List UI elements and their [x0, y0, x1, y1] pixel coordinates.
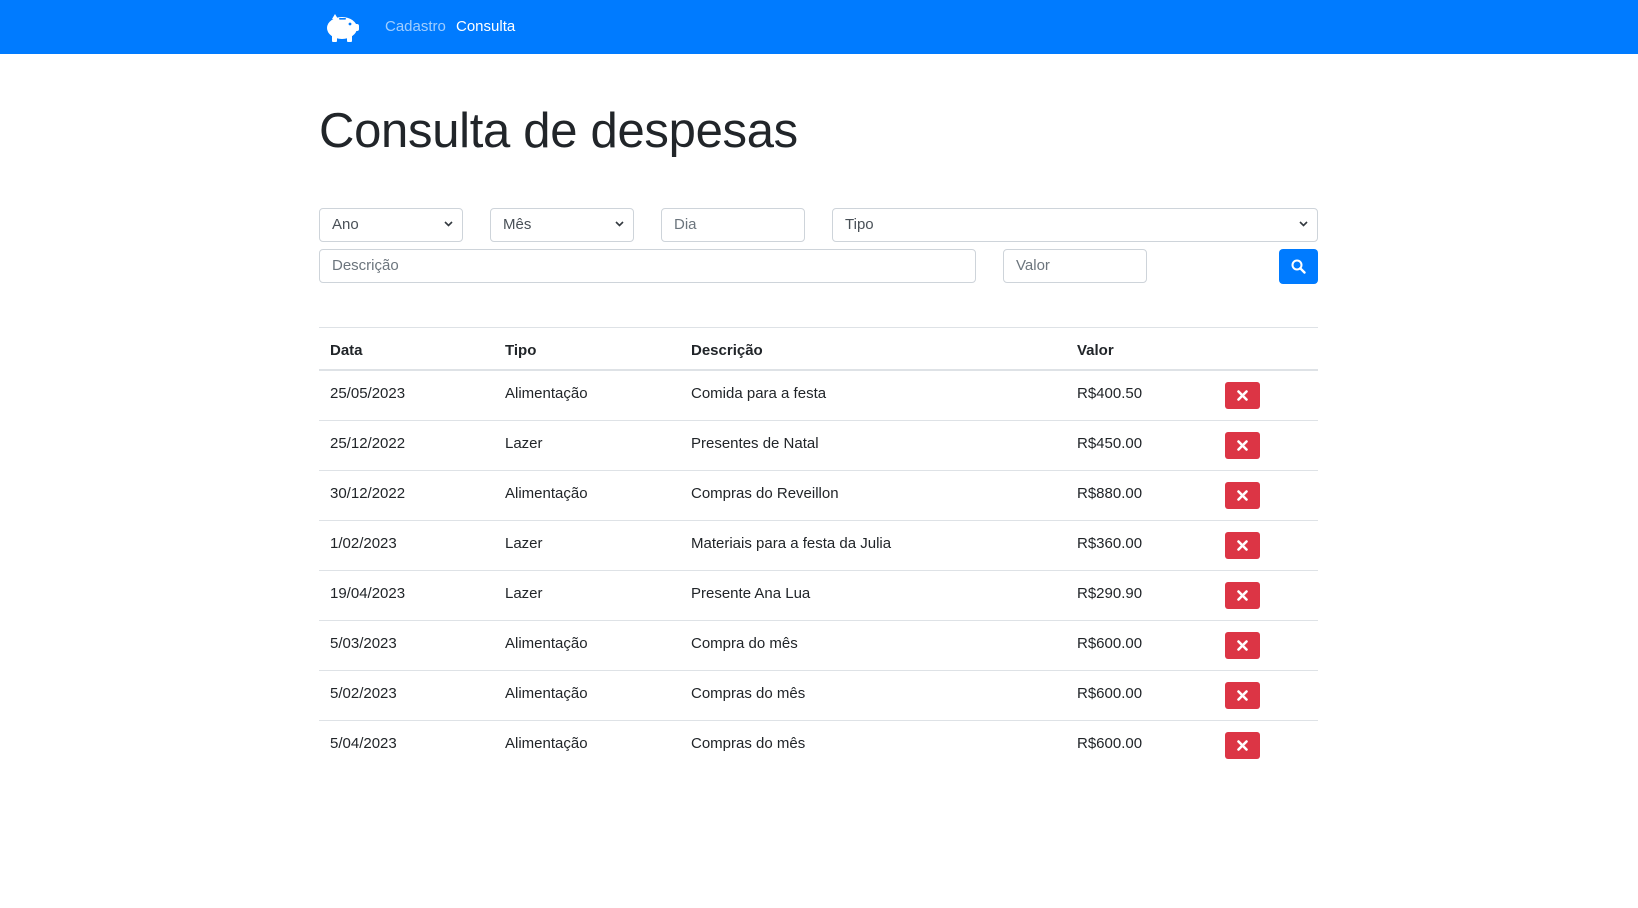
cell-valor: R$600.00 — [1077, 635, 1143, 652]
nav-link-consulta[interactable]: Consulta — [456, 18, 515, 36]
close-icon — [1237, 590, 1248, 601]
search-button[interactable] — [1279, 249, 1318, 284]
header-valor: Valor — [1077, 342, 1114, 359]
header-descricao: Descrição — [691, 342, 763, 359]
cell-descricao: Compras do Reveillon — [691, 485, 839, 502]
close-icon — [1237, 440, 1248, 451]
cell-descricao: Presentes de Natal — [691, 435, 819, 452]
mes-select-value: Mês — [503, 216, 532, 233]
close-icon — [1237, 640, 1248, 651]
chevron-down-icon — [615, 221, 624, 227]
table-row: 5/03/2023 Alimentação Compra do mês R$600.0… — [319, 621, 1318, 671]
table-header: Data Tipo Descrição Valor — [319, 328, 1318, 371]
cell-valor: R$600.00 — [1077, 735, 1143, 752]
valor-input-placeholder: Valor — [1016, 257, 1050, 274]
cell-data: 25/12/2022 — [330, 435, 406, 452]
ano-select-value: Ano — [332, 216, 359, 233]
cell-tipo: Alimentação — [505, 635, 588, 652]
close-icon — [1237, 540, 1248, 551]
table-row: 25/12/2022 Lazer Presentes de Natal R$450.0… — [319, 421, 1318, 471]
dia-input-placeholder: Dia — [674, 216, 697, 233]
cell-descricao: Comida para a festa — [691, 385, 827, 402]
cell-descricao: Compra do mês — [691, 635, 798, 652]
cell-descricao: Presente Ana Lua — [691, 585, 811, 602]
table-row: 25/05/2023 Alimentação Comida para a festa… — [319, 371, 1318, 421]
cell-tipo: Lazer — [505, 585, 543, 602]
cell-data: 5/03/2023 — [330, 635, 397, 652]
cell-data: 5/02/2023 — [330, 685, 397, 702]
cell-valor: R$880.00 — [1077, 485, 1143, 502]
table-row: 5/02/2023 Alimentação Compras do mês R$600.… — [319, 671, 1318, 721]
delete-button[interactable] — [1225, 732, 1260, 759]
expenses-table: Data Tipo Descrição Valor 25/05/2023 Alim… — [319, 327, 1318, 771]
cell-tipo: Alimentação — [505, 385, 588, 402]
cell-data: 25/05/2023 — [330, 385, 406, 402]
cell-data: 30/12/2022 — [330, 485, 406, 502]
page-title: Consulta de despesas — [319, 104, 798, 158]
table-row: 30/12/2022 Alimentação Compras do Reveillo… — [319, 471, 1318, 521]
delete-button[interactable] — [1225, 632, 1260, 659]
nav-link-cadastro[interactable]: Cadastro — [385, 18, 446, 36]
cell-data: 19/04/2023 — [330, 585, 406, 602]
table-row: 1/02/2023 Lazer Materiais para a festa da … — [319, 521, 1318, 571]
cell-tipo: Alimentação — [505, 685, 588, 702]
cell-data: 1/02/2023 — [330, 535, 397, 552]
cell-descricao: Compras do mês — [691, 685, 806, 702]
close-icon — [1237, 490, 1248, 501]
delete-button[interactable] — [1225, 682, 1260, 709]
delete-button[interactable] — [1225, 582, 1260, 609]
tipo-select[interactable]: Tipo — [832, 208, 1318, 242]
ano-select[interactable]: Ano — [319, 208, 463, 242]
chevron-down-icon — [1299, 221, 1308, 227]
cell-tipo: Lazer — [505, 535, 543, 552]
header-data: Data — [330, 342, 363, 359]
cell-data: 5/04/2023 — [330, 735, 397, 752]
cell-tipo: Lazer — [505, 435, 543, 452]
mes-select[interactable]: Mês — [490, 208, 634, 242]
cell-descricao: Compras do mês — [691, 735, 806, 752]
close-icon — [1237, 740, 1248, 751]
piggy-bank-icon[interactable] — [323, 10, 361, 43]
cell-valor: R$360.00 — [1077, 535, 1143, 552]
close-icon — [1237, 390, 1248, 401]
delete-button[interactable] — [1225, 432, 1260, 459]
chevron-down-icon — [444, 221, 453, 227]
delete-button[interactable] — [1225, 482, 1260, 509]
cell-valor: R$400.50 — [1077, 385, 1143, 402]
cell-tipo: Alimentação — [505, 735, 588, 752]
dia-input[interactable]: Dia — [661, 208, 805, 242]
cell-valor: R$450.00 — [1077, 435, 1143, 452]
delete-button[interactable] — [1225, 382, 1260, 409]
cell-descricao: Materiais para a festa da Julia — [691, 535, 892, 552]
table-body: 25/05/2023 Alimentação Comida para a festa… — [319, 371, 1318, 771]
cell-valor: R$290.90 — [1077, 585, 1143, 602]
delete-button[interactable] — [1225, 532, 1260, 559]
descricao-input-placeholder: Descrição — [332, 257, 399, 274]
navbar: Cadastro Consulta — [0, 0, 1638, 54]
valor-input[interactable]: Valor — [1003, 249, 1147, 283]
table-row: 5/04/2023 Alimentação Compras do mês R$600.… — [319, 721, 1318, 771]
cell-tipo: Alimentação — [505, 485, 588, 502]
header-tipo: Tipo — [505, 342, 537, 359]
cell-valor: R$600.00 — [1077, 685, 1143, 702]
search-icon — [1291, 259, 1306, 274]
descricao-input[interactable]: Descrição — [319, 249, 976, 283]
tipo-select-value: Tipo — [845, 216, 874, 233]
close-icon — [1237, 690, 1248, 701]
table-row: 19/04/2023 Lazer Presente Ana Lua R$290.90 — [319, 571, 1318, 621]
